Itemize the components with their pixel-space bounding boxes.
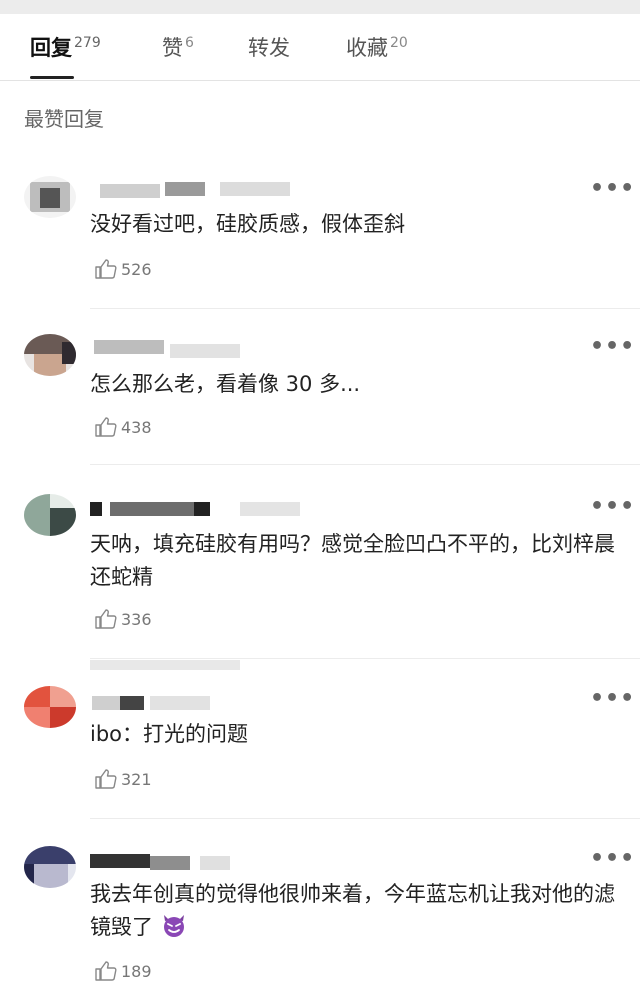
- tab-reposts[interactable]: 转发: [248, 32, 290, 62]
- username-redacted[interactable]: [90, 688, 310, 710]
- avatar[interactable]: [24, 846, 76, 888]
- tab-favorites-label: 收藏: [346, 36, 388, 60]
- redacted-strip: [90, 660, 240, 670]
- like-button[interactable]: 189: [94, 960, 152, 982]
- thumbs-up-icon: [95, 609, 117, 629]
- avatar[interactable]: [24, 494, 76, 536]
- comment-text: 天呐，填充硅胶有用吗？感觉全脸凹凸不平的，比刘梓晨还蛇精: [90, 532, 615, 589]
- tab-likes-count: 6: [185, 35, 194, 51]
- like-count: 438: [121, 417, 152, 437]
- tab-reposts-label: 转发: [248, 36, 290, 60]
- username-redacted[interactable]: [90, 848, 310, 870]
- avatar[interactable]: [24, 334, 76, 376]
- more-options-button[interactable]: •••: [590, 176, 635, 201]
- tab-bar: 回复 279 赞6 转发 收藏 20: [0, 14, 640, 81]
- like-count: 321: [121, 769, 152, 789]
- like-button[interactable]: 526: [94, 258, 152, 280]
- tab-replies-label: 回复: [30, 36, 72, 60]
- avatar[interactable]: [24, 686, 76, 728]
- tab-replies[interactable]: 回复 279: [30, 32, 101, 62]
- divider: [90, 308, 640, 309]
- username-redacted[interactable]: [90, 336, 310, 358]
- comment-text: 我去年创真的觉得他很帅来着，今年蓝忘机让我对他的滤镜毁了: [90, 878, 630, 944]
- comment-text: ibo：打光的问题: [90, 722, 249, 746]
- more-options-button[interactable]: •••: [590, 494, 635, 519]
- like-count: 526: [121, 259, 152, 279]
- tab-likes-label: 赞: [162, 36, 183, 60]
- more-options-button[interactable]: •••: [590, 846, 635, 871]
- top-status-strip: [0, 0, 640, 14]
- thumbs-up-icon: [95, 961, 117, 981]
- tab-replies-count: 279: [74, 35, 101, 51]
- username-redacted[interactable]: [90, 496, 310, 516]
- thumbs-up-icon: [95, 259, 117, 279]
- more-options-button[interactable]: •••: [590, 686, 635, 711]
- tab-favorites[interactable]: 收藏 20: [346, 32, 408, 62]
- like-count: 189: [121, 961, 152, 981]
- divider: [90, 464, 640, 465]
- divider: [90, 818, 640, 819]
- tab-likes[interactable]: 赞6: [162, 32, 194, 62]
- like-count: 336: [121, 609, 152, 629]
- like-button[interactable]: 336: [94, 608, 152, 630]
- username-redacted[interactable]: [90, 178, 310, 198]
- like-button[interactable]: 438: [94, 416, 152, 438]
- comment-text: 没好看过吧，硅胶质感，假体歪斜: [90, 212, 405, 236]
- avatar[interactable]: [24, 176, 76, 218]
- divider: [90, 658, 640, 659]
- like-button[interactable]: 321: [94, 768, 152, 790]
- more-options-button[interactable]: •••: [590, 334, 635, 359]
- tab-favorites-count: 20: [390, 35, 408, 51]
- smiling-imp-emoji-icon: [163, 915, 184, 937]
- thumbs-up-icon: [95, 417, 117, 437]
- thumbs-up-icon: [95, 769, 117, 789]
- active-tab-indicator: [30, 76, 74, 79]
- section-title: 最赞回复: [24, 107, 104, 131]
- comment-text: 怎么那么老，看着像 30 多...: [90, 372, 361, 396]
